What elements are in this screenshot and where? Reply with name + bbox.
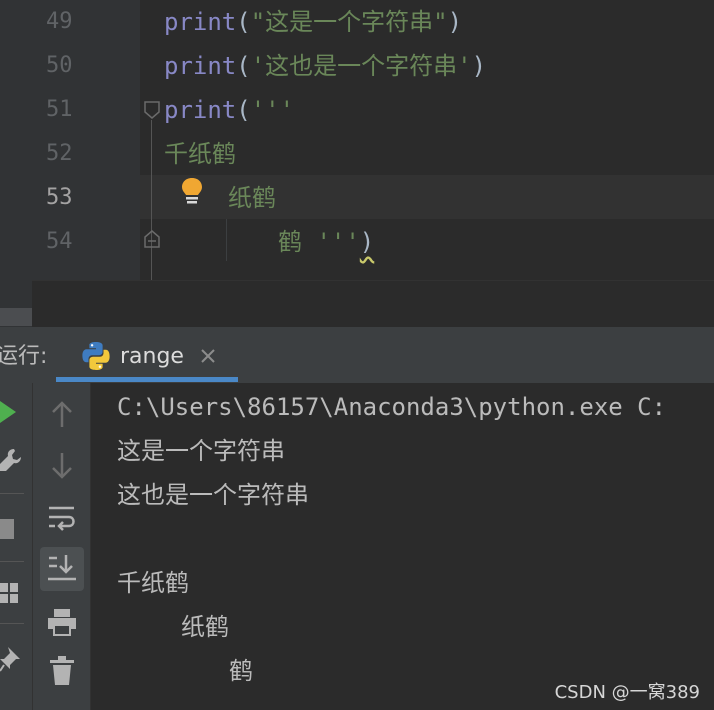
line-number: 52 <box>46 141 73 166</box>
wrench-icon[interactable] <box>0 447 22 477</box>
paren: ( <box>236 8 251 36</box>
keyword-print: print <box>164 52 237 80</box>
lightbulb-icon[interactable] <box>180 176 204 210</box>
trash-icon[interactable] <box>49 655 75 687</box>
print-icon[interactable] <box>47 607 77 637</box>
console-output[interactable]: C:\Users\86157\Anaconda3\python.exe C: 这… <box>91 383 714 710</box>
keyword-print: print <box>164 96 237 124</box>
toolbar-divider <box>0 623 24 624</box>
paren: ( <box>236 96 251 124</box>
scroll-to-end-icon <box>48 555 76 581</box>
fold-start-icon[interactable] <box>143 100 161 120</box>
line-number-current: 53 <box>46 185 73 210</box>
active-tab-indicator <box>56 377 238 382</box>
code-line[interactable]: print('这也是一个字符串') <box>164 44 486 88</box>
paren: ) <box>447 8 463 36</box>
console-line: 这是一个字符串 <box>117 437 285 465</box>
code-line-current[interactable]: 纸鹤 <box>228 176 276 220</box>
editor-empty-area <box>32 280 714 328</box>
toolbar-divider <box>0 561 24 562</box>
watermark: CSDN @一窝389 <box>554 682 700 703</box>
code-editor[interactable]: 49 50 51 52 53 54 print("这是一个字符串") print… <box>0 0 714 328</box>
layout-icon[interactable] <box>0 581 20 607</box>
run-label: 运行: <box>0 344 48 369</box>
string-literal: 鹤 ''' <box>278 228 360 256</box>
string-literal: ''' <box>250 96 295 124</box>
string-literal: '这也是一个字符串' <box>250 52 472 80</box>
code-line[interactable]: 千纸鹤 <box>164 132 236 176</box>
code-line[interactable]: print("这是一个字符串") <box>164 0 462 44</box>
console-line: 千纸鹤 <box>117 569 189 597</box>
paren: ( <box>236 52 251 80</box>
stop-icon[interactable] <box>0 517 16 541</box>
run-toolbar-left <box>0 383 33 710</box>
pin-icon[interactable] <box>0 645 22 673</box>
scrollbar-thumb[interactable] <box>0 308 32 326</box>
python-icon <box>82 342 110 370</box>
soft-wrap-icon[interactable] <box>47 503 77 533</box>
down-arrow-icon[interactable] <box>49 451 75 481</box>
current-line-highlight <box>140 175 714 219</box>
console-line: 纸鹤 <box>181 613 229 641</box>
line-number: 51 <box>46 97 73 122</box>
fold-end-icon[interactable] <box>143 229 161 249</box>
paren: ) <box>471 52 487 80</box>
line-number: 54 <box>46 229 73 254</box>
console-command-line: C:\Users\86157\Anaconda3\python.exe C: <box>117 393 667 421</box>
scroll-to-end-button[interactable] <box>40 547 84 591</box>
close-icon[interactable] <box>197 345 219 367</box>
code-line[interactable]: 鹤 ''') <box>278 220 374 264</box>
fold-guide <box>151 120 152 280</box>
up-arrow-icon[interactable] <box>49 399 75 429</box>
indent-guide <box>226 219 227 261</box>
string-literal: "这是一个字符串" <box>250 8 448 36</box>
keyword-print: print <box>164 8 237 36</box>
line-number: 49 <box>46 9 73 34</box>
tab-label: range <box>120 344 184 369</box>
code-line[interactable]: print(''' <box>164 88 294 132</box>
console-line: 鹤 <box>229 657 253 685</box>
run-icon[interactable] <box>0 397 20 427</box>
run-toolbar <box>33 383 91 710</box>
line-number: 50 <box>46 53 73 78</box>
console-line: 这也是一个字符串 <box>117 481 309 509</box>
editor-left-strip <box>0 0 32 327</box>
paren-close: ) <box>359 228 375 256</box>
toolbar-divider <box>0 493 24 494</box>
